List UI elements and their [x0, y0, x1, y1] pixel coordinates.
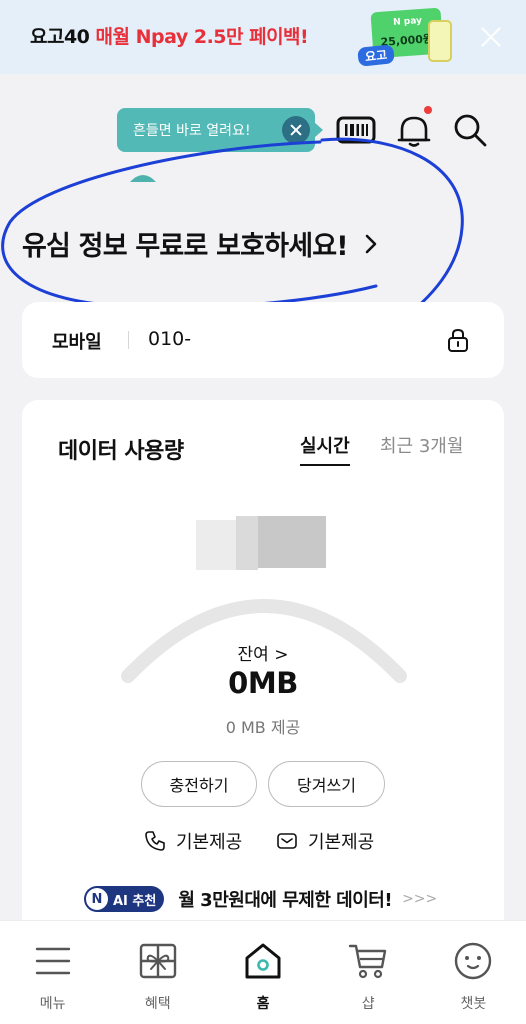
gift-icon: [139, 943, 176, 979]
tooltip-arrow: [314, 122, 323, 138]
nav-benefits-label: 혜택: [144, 996, 171, 1012]
sms-allowance-text: 기본제공: [308, 832, 375, 853]
yogo-logo: 요고: [357, 44, 395, 67]
chatbot-icon: [455, 942, 492, 980]
nav-chatbot[interactable]: 챗봇: [421, 921, 526, 1024]
nav-menu[interactable]: 메뉴: [0, 921, 105, 1024]
sim-phone-illustration: [428, 20, 452, 62]
line-type-label: 모바일: [52, 332, 102, 353]
teal-arc-decoration: [130, 175, 156, 182]
tab-realtime[interactable]: 실시간: [300, 432, 350, 466]
promo-banner[interactable]: 요고40 매월 Npay 2.5만 페이백! N pay 25,000원 요고: [0, 0, 526, 74]
nav-home-label: 홈: [256, 996, 270, 1012]
nav-shop-label: 샵: [361, 996, 375, 1012]
promo-text[interactable]: 요고40 매월 Npay 2.5만 페이백!: [30, 22, 309, 49]
provided-amount: 0 MB 제공: [225, 718, 301, 737]
mobile-line-card[interactable]: 모바일 010-: [22, 302, 504, 378]
cart-icon: [349, 944, 387, 979]
ai-badge: N AI 추천: [84, 886, 165, 912]
shake-tooltip: 흔들면 바로 열려요!: [117, 108, 315, 152]
promo-brand: 요고40: [30, 26, 90, 48]
nav-benefits[interactable]: 혜택: [105, 921, 210, 1024]
charge-button[interactable]: 충전하기: [141, 761, 257, 807]
nav-home[interactable]: 홈: [210, 921, 315, 1024]
remaining-value: 0MB: [228, 666, 298, 700]
barcode-icon[interactable]: [336, 110, 376, 150]
call-allowance-text: 기본제공: [176, 832, 243, 853]
promo-illustration: N pay 25,000원 요고: [356, 6, 460, 70]
sms-allowance: 기본제공: [276, 828, 374, 854]
npay-card-label: N pay: [392, 15, 423, 28]
divider: [128, 331, 129, 349]
nav-menu-label: 메뉴: [39, 996, 66, 1012]
hero-title: 유심 정보 무료로 보호하세요!: [22, 231, 349, 262]
nav-shop[interactable]: 샵: [316, 921, 421, 1024]
ai-recommendation[interactable]: N AI 추천 월 3만원대에 무제한 데이터! >>>: [84, 886, 437, 912]
promo-highlight: 매월 Npay 2.5만 페이백!: [95, 26, 309, 48]
more-arrows-icon: >>>: [402, 891, 438, 907]
call-allowance: 기본제공: [144, 828, 242, 854]
promo-close-icon[interactable]: [478, 24, 504, 50]
ai-badge-text: AI 추천: [113, 893, 157, 909]
ai-recommendation-text: 월 3만원대에 무제한 데이터!: [178, 890, 393, 911]
message-icon: [277, 833, 297, 849]
phone-number: 010-: [148, 328, 192, 350]
tooltip-close-icon[interactable]: [282, 116, 310, 144]
notification-dot: [424, 106, 432, 114]
borrow-data-button[interactable]: 당겨쓰기: [268, 761, 385, 807]
lock-icon[interactable]: [446, 327, 470, 353]
home-icon: [245, 943, 281, 979]
bottom-nav: 메뉴 혜택 홈 샵 챗봇: [0, 920, 526, 1024]
data-usage-title: 데이터 사용량: [58, 439, 184, 464]
chevron-right-icon: [365, 234, 377, 253]
redacted-area: [236, 516, 258, 570]
menu-icon: [35, 947, 70, 975]
search-icon[interactable]: [450, 110, 490, 150]
remaining-link[interactable]: 잔여 >: [22, 640, 504, 665]
redacted-area: [196, 520, 236, 570]
usim-protection-banner[interactable]: 유심 정보 무료로 보호하세요!: [22, 224, 378, 263]
n-logo-icon: N: [86, 888, 108, 910]
data-usage-card: 데이터 사용량 실시간 최근 3개월 잔여 > 0MB 0 MB 제공 충전하기…: [22, 400, 504, 940]
phone-icon: [145, 831, 165, 851]
redacted-area: [258, 516, 326, 568]
tooltip-text: 흔들면 바로 열려요!: [133, 123, 251, 139]
tab-recent-3-months[interactable]: 최근 3개월: [380, 432, 463, 458]
nav-chatbot-label: 챗봇: [460, 996, 487, 1012]
bell-icon[interactable]: [394, 106, 434, 150]
